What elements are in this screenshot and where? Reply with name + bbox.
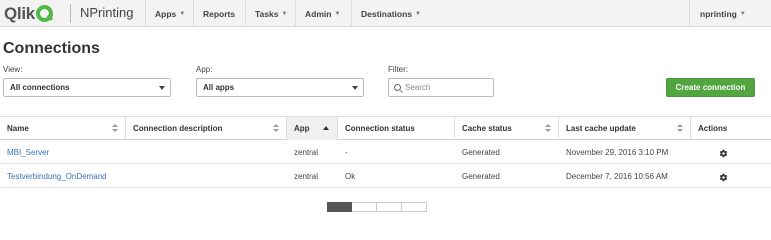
column-header-app[interactable]: App [287,117,338,140]
column-header-label: Name [7,124,29,133]
connection-name-link[interactable]: MBI_Server [0,141,49,164]
nav-destinations-label: Destinations [361,8,413,19]
app-select-value: All apps [203,83,235,92]
app-select[interactable]: All apps [196,78,364,97]
chevron-down-icon: ▼ [179,10,186,17]
sort-icon [273,124,279,133]
last-cache-update: December 7, 2016 10:56 AM [566,172,668,181]
sort-ascending-icon [323,126,329,130]
view-label: View: [3,65,23,74]
chevron-down-icon: ▼ [739,10,746,17]
app-label: App: [196,65,213,74]
table-row: MBI_Server zentral - Generated November … [0,141,771,164]
column-header-name[interactable]: Name [0,117,126,140]
pagination-button-last[interactable] [402,202,427,212]
column-header-label: Last cache update [566,124,636,133]
cache-status: Generated [462,172,500,181]
search-placeholder: Search [405,83,431,92]
column-header-label: Connection description [133,124,223,133]
connection-status: Ok [345,172,356,181]
search-icon [394,84,401,91]
table-header: Name Connection description App Connecti… [0,116,771,140]
top-nav-bar: Qlik NPrinting Apps ▼ Reports Tasks ▼ Admi… [0,0,771,27]
pagination-button-prev[interactable] [352,202,377,212]
connection-status: - [345,148,348,157]
qlik-q-icon [35,5,53,22]
column-header-actions: Actions [691,117,771,140]
nav-tasks-label: Tasks [255,8,279,19]
nav-reports-label: Reports [203,8,236,19]
nav-tasks[interactable]: Tasks ▼ [245,0,295,27]
nav-apps-label: Apps [155,8,177,19]
cache-status: Generated [462,148,500,157]
qlik-logo[interactable]: Qlik [4,4,53,23]
gear-icon[interactable] [719,173,728,182]
logo-divider [70,4,71,23]
column-header-cache-status[interactable]: Cache status [455,117,559,140]
search-input[interactable]: Search [388,78,494,97]
page-title: Connections [3,40,100,57]
user-name: nprinting [700,8,737,19]
pagination [327,202,427,212]
column-header-description[interactable]: Connection description [126,117,287,140]
user-menu[interactable]: nprinting ▼ [689,0,771,27]
pagination-button-first[interactable] [327,202,352,212]
dropdown-arrow-icon [352,86,358,90]
nav-admin[interactable]: Admin ▼ [295,0,347,27]
pagination-button-next[interactable] [377,202,402,212]
column-header-label: Actions [698,124,728,133]
column-header-last-cache-update[interactable]: Last cache update [559,117,691,140]
nav-admin-label: Admin [305,8,332,19]
nav-apps[interactable]: Apps ▼ [145,0,191,27]
create-connection-button[interactable]: Create connection [666,78,755,97]
sort-icon [112,124,118,133]
last-cache-update: November 29, 2016 3:10 PM [566,148,669,157]
view-select-value: All connections [10,83,70,92]
filter-label: Filter: [388,65,408,74]
connection-name-link[interactable]: Testverbindung_OnDemand [0,165,107,188]
column-header-label: Cache status [462,124,512,133]
logo-text: Qlik [4,3,35,23]
column-header-connection-status[interactable]: Connection status [338,117,455,140]
chevron-down-icon: ▼ [281,10,288,17]
sort-icon [677,124,683,133]
product-name: NPrinting [80,5,134,20]
gear-icon[interactable] [719,149,728,158]
dropdown-arrow-icon [159,86,165,90]
nav-reports[interactable]: Reports [193,0,245,27]
sort-icon [545,124,551,133]
chevron-down-icon: ▼ [334,10,341,17]
chevron-down-icon: ▼ [415,10,421,17]
connection-description [126,141,133,164]
column-header-label: App [294,124,310,133]
nav-destinations[interactable]: Destinations ▼ [351,0,421,27]
connection-app: zentral [294,148,319,157]
view-select[interactable]: All connections [3,78,171,97]
table-row: Testverbindung_OnDemand zentral Ok Gener… [0,165,771,188]
connection-app: zentral [294,172,319,181]
connection-description [126,165,133,188]
column-header-label: Connection status [345,124,415,133]
